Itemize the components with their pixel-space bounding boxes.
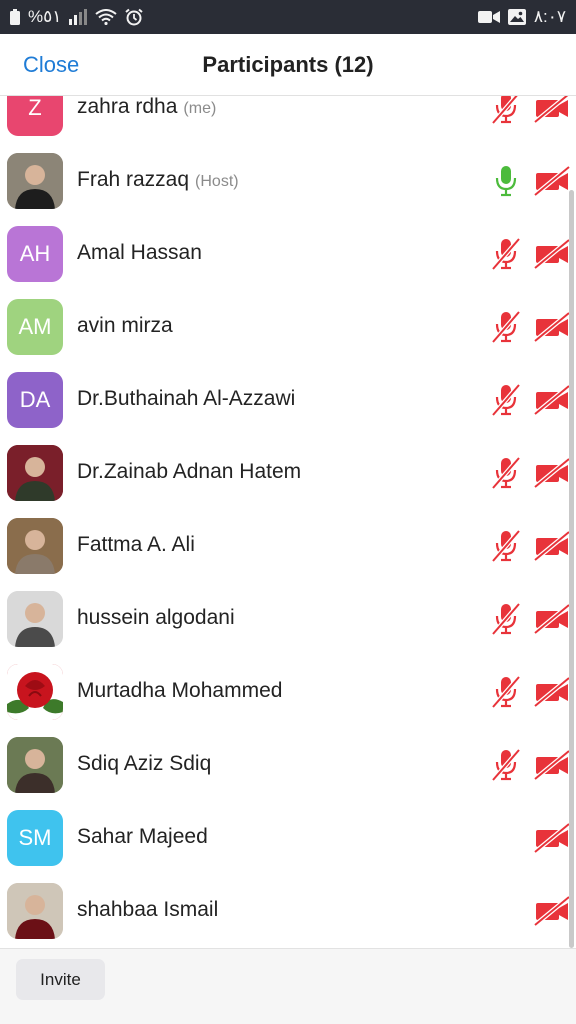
battery-icon [10,9,20,25]
participant-role-tag: (Host) [195,173,239,190]
microphone-muted-icon[interactable] [490,675,522,709]
participant-row[interactable]: SM Sahar Majeed [0,801,576,874]
participant-name-block: Amal Hassan [77,241,202,265]
avatar [7,883,63,939]
participant-name: avin mirza [77,314,173,337]
avatar: AM [7,299,63,355]
participant-name: Sahar Majeed [77,825,208,848]
video-off-icon[interactable] [533,384,571,416]
participant-name: Fattma A. Ali [77,533,195,556]
participant-name-block: Dr.Zainab Adnan Hatem [77,460,301,484]
microphone-muted-icon[interactable] [490,383,522,417]
participant-row[interactable]: hussein algodani [0,582,576,655]
participant-name-block: Dr.Buthainah Al-Azzawi [77,387,295,411]
participants-header: Close Participants (12) [0,34,576,96]
participant-name: Dr.Buthainah Al-Azzawi [77,387,296,410]
participant-name: zahra rdha [77,96,178,118]
participant-name: Frah razzaq [77,168,190,191]
microphone-muted-icon[interactable] [490,96,522,125]
video-off-icon[interactable] [533,457,571,489]
avatar [7,445,63,501]
video-off-icon[interactable] [533,603,571,635]
participant-name: Sdiq Aziz Sdiq [77,752,212,775]
status-bar: %٥١ ٨:٠٧ [0,0,576,34]
microphone-muted-icon[interactable] [490,310,522,344]
avatar: DA [7,372,63,428]
microphone-icon[interactable] [490,164,522,198]
close-button[interactable]: Close [23,52,79,78]
participant-name-block: Frah razzaq (Host) [77,168,239,192]
avatar: SM [7,810,63,866]
video-off-icon[interactable] [533,530,571,562]
participant-name: Amal Hassan [77,241,202,264]
scrollbar[interactable] [569,190,574,948]
participant-row[interactable]: shahbaa Ismail [0,874,576,947]
participant-name: hussein algodani [77,606,235,629]
participant-list[interactable]: Zzahra rdha (me) Frah razzaq (Host) AH Amal H… [0,96,576,948]
participant-name-block: zahra rdha (me) [77,96,216,119]
participant-row[interactable]: AH Amal Hassan [0,217,576,290]
alarm-icon [125,8,144,26]
wifi-icon [95,9,118,25]
battery-percent: %٥١ [28,7,62,26]
avatar [7,518,63,574]
signal-icon [69,9,88,25]
participant-name-block: hussein algodani [77,606,235,630]
avatar: Z [7,96,63,136]
participant-row[interactable]: Frah razzaq (Host) [0,144,576,217]
participant-name: Dr.Zainab Adnan Hatem [77,460,302,483]
microphone-muted-icon[interactable] [490,748,522,782]
participant-list-content: Zzahra rdha (me) Frah razzaq (Host) AH Amal H… [0,96,576,947]
participant-name-block: avin mirza [77,314,173,338]
invite-button[interactable]: Invite [16,959,105,1000]
avatar [7,153,63,209]
participant-role-tag: (me) [183,100,217,117]
participant-row[interactable]: Murtadha Mohammed [0,655,576,728]
participant-row[interactable]: Zzahra rdha (me) [0,96,576,144]
status-bar-left: %٥١ [10,7,144,27]
participant-name: shahbaa Ismail [77,898,219,921]
avatar [7,737,63,793]
video-off-icon[interactable] [533,749,571,781]
participant-name-block: shahbaa Ismail [77,898,218,922]
video-off-icon[interactable] [533,895,571,927]
participant-name-block: Murtadha Mohammed [77,679,282,703]
footer-bar: Invite [0,948,576,1024]
participant-name-block: Fattma A. Ali [77,533,195,557]
participant-name-block: Sahar Majeed [77,825,208,849]
participant-name-block: Sdiq Aziz Sdiq [77,752,211,776]
microphone-muted-icon[interactable] [490,529,522,563]
video-off-icon[interactable] [533,238,571,270]
status-bar-right: ٨:٠٧ [477,7,566,27]
participant-row[interactable]: Dr.Zainab Adnan Hatem [0,436,576,509]
avatar [7,664,63,720]
video-off-icon[interactable] [533,311,571,343]
microphone-muted-icon[interactable] [490,602,522,636]
video-off-icon[interactable] [533,165,571,197]
video-off-icon[interactable] [533,676,571,708]
participant-row[interactable]: DA Dr.Buthainah Al-Azzawi [0,363,576,436]
microphone-muted-icon[interactable] [490,456,522,490]
avatar: AH [7,226,63,282]
video-off-icon[interactable] [533,822,571,854]
avatar [7,591,63,647]
status-time: ٨:٠٧ [533,7,566,26]
participant-name: Murtadha Mohammed [77,679,283,702]
microphone-muted-icon[interactable] [490,237,522,271]
gallery-icon [507,9,526,25]
video-recording-icon [477,10,500,24]
page-title: Participants (12) [202,51,374,77]
video-off-icon[interactable] [533,96,571,124]
participant-row[interactable]: Sdiq Aziz Sdiq [0,728,576,801]
participant-row[interactable]: AM avin mirza [0,290,576,363]
participant-row[interactable]: Fattma A. Ali [0,509,576,582]
